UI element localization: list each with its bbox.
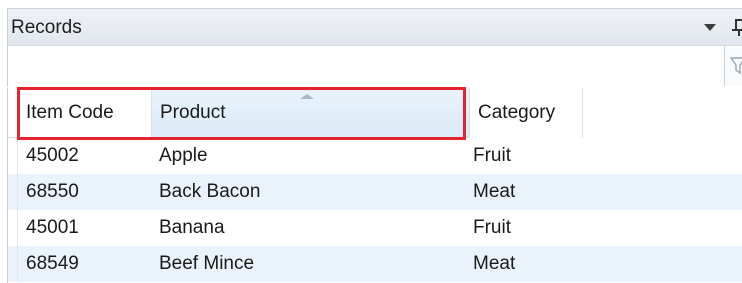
cell-item-code: 68550	[26, 181, 79, 202]
panel-title-bar: Records	[7, 8, 742, 45]
cell-product: Apple	[159, 145, 208, 166]
cell-product: Beef Mince	[159, 253, 255, 274]
table-row[interactable]: 68549 Beef Mince Meat	[8, 246, 742, 282]
table-row[interactable]: 45002 Apple Fruit	[8, 138, 742, 174]
row-indicator	[8, 174, 18, 210]
row-indicator	[8, 210, 18, 246]
records-grid: Item Code Product Category 45002 Apple F…	[7, 88, 742, 283]
column-header-row: Item Code Product Category	[8, 88, 742, 138]
column-header-category[interactable]: Category	[470, 88, 583, 138]
column-header-filler	[583, 88, 742, 138]
filter-row	[7, 45, 742, 87]
row-indicator	[8, 246, 18, 282]
column-header-product[interactable]: Product	[152, 88, 470, 138]
cell-category: Meat	[473, 181, 516, 202]
row-indicator	[8, 138, 18, 174]
cell-category: Fruit	[473, 145, 511, 166]
cell-product: Back Bacon	[159, 181, 261, 202]
table-row[interactable]: 68550 Back Bacon Meat	[8, 174, 742, 210]
cell-item-code: 68549	[26, 253, 79, 274]
cell-item-code: 45002	[26, 145, 79, 166]
cell-product: Banana	[159, 217, 225, 238]
panel-title: Records	[11, 17, 82, 38]
cell-category: Fruit	[473, 217, 511, 238]
filter-icon[interactable]	[724, 46, 742, 86]
column-header-product-label: Product	[160, 102, 226, 123]
cell-category: Meat	[473, 253, 516, 274]
sort-ascending-icon	[300, 94, 314, 99]
cell-item-code: 45001	[26, 217, 79, 238]
chevron-down-icon[interactable]	[702, 18, 718, 36]
records-panel: Records Item Code Product Category 45002…	[0, 0, 742, 283]
column-header-item-code[interactable]: Item Code	[18, 88, 152, 138]
pin-icon[interactable]	[732, 17, 742, 37]
filter-input[interactable]	[11, 50, 725, 84]
table-row[interactable]: 45001 Banana Fruit	[8, 210, 742, 246]
